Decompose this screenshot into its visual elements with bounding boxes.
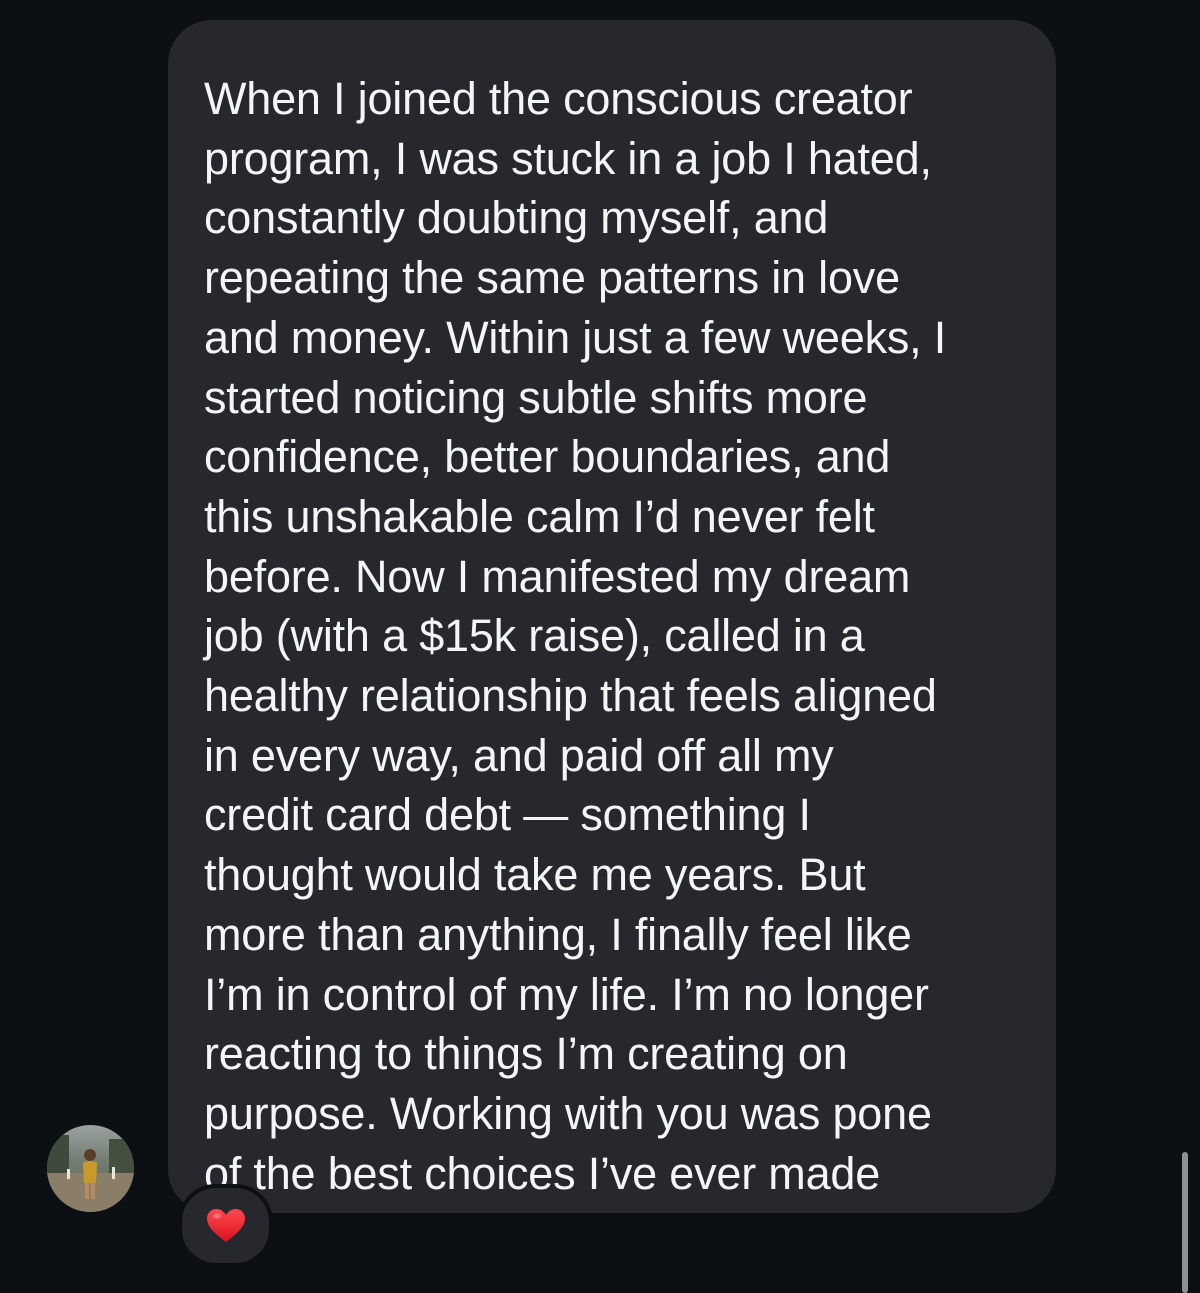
reaction-badge[interactable] [178,1184,273,1267]
message-text: When I joined the conscious creator prog… [204,73,947,1199]
chat-screen: When I joined the conscious creator prog… [0,0,1200,1293]
avatar-photo [47,1125,134,1212]
message-bubble[interactable]: When I joined the conscious creator prog… [168,20,1056,1213]
scrollbar[interactable] [1182,1152,1188,1293]
heart-icon [206,1208,246,1244]
sender-avatar[interactable] [47,1125,134,1212]
